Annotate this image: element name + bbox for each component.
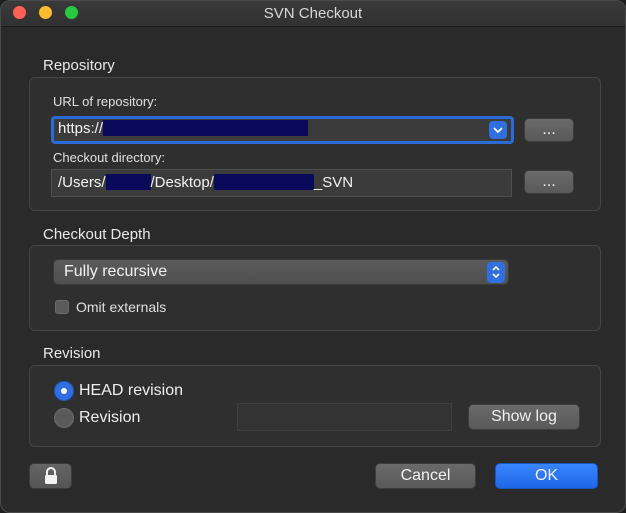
- cancel-button[interactable]: Cancel: [375, 463, 476, 489]
- checkout-dir-part3: _SVN: [313, 174, 354, 191]
- head-revision-label: HEAD revision: [79, 382, 184, 399]
- lock-button[interactable]: [29, 463, 72, 489]
- omit-externals-label: Omit externals: [76, 299, 167, 315]
- head-revision-radio[interactable]: [54, 381, 74, 401]
- url-value-prefix: https://: [58, 120, 104, 137]
- redacted-username: [105, 174, 151, 190]
- url-combobox[interactable]: https://: [51, 116, 514, 144]
- checkout-depth-selected: Fully recursive: [64, 263, 168, 280]
- revision-radio[interactable]: [54, 408, 74, 428]
- checkout-directory-label: Checkout directory:: [53, 150, 165, 165]
- url-browse-button[interactable]: ...: [524, 118, 574, 142]
- redacted-url: [103, 120, 309, 136]
- checkout-directory-browse-button[interactable]: ...: [524, 170, 574, 194]
- lock-icon: [45, 467, 57, 484]
- omit-externals-checkbox[interactable]: [55, 300, 69, 314]
- updown-chevron-icon[interactable]: [487, 262, 505, 283]
- chevron-down-icon[interactable]: [489, 121, 507, 139]
- ok-button[interactable]: OK: [495, 463, 598, 489]
- repository-section-title: Repository: [43, 57, 115, 74]
- svn-checkout-window: SVN Checkout Repository URL of repositor…: [0, 0, 626, 513]
- revision-section-title: Revision: [43, 345, 101, 362]
- checkout-dir-part2: /Desktop/: [150, 174, 214, 191]
- checkout-depth-section-title: Checkout Depth: [43, 226, 151, 243]
- window-title: SVN Checkout: [263, 5, 363, 22]
- url-label: URL of repository:: [53, 94, 158, 109]
- checkout-dir-part1: /Users/: [58, 174, 106, 191]
- checkout-directory-field[interactable]: /Users/ /Desktop/ _SVN: [51, 169, 512, 197]
- checkout-depth-select[interactable]: Fully recursive: [53, 259, 509, 285]
- show-log-button[interactable]: Show log: [468, 404, 580, 430]
- checkout-depth-group: [29, 245, 601, 331]
- title-bar: SVN Checkout: [1, 1, 625, 27]
- redacted-folder: [213, 174, 314, 190]
- revision-number-field[interactable]: [237, 403, 452, 431]
- revision-label: Revision: [79, 409, 141, 426]
